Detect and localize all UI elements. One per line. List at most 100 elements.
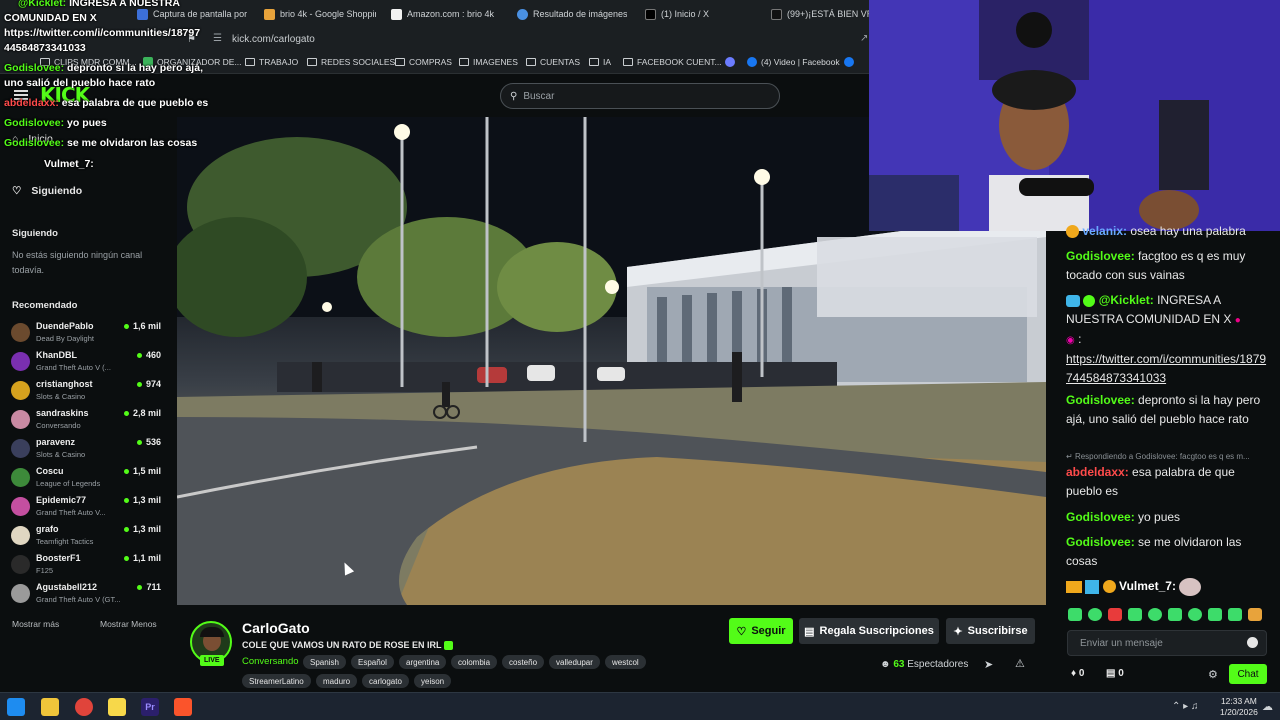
clock[interactable]: 12:33 AM 1/20/2026 [1220,696,1258,718]
tag-chip[interactable]: valledupar [549,655,600,669]
follow-button[interactable]: ♡ Seguir [729,618,793,644]
chat-user[interactable]: Godislovee: [1066,510,1135,524]
chat-user[interactable]: @Kicklet: [1099,293,1154,307]
recommended-channel[interactable]: KhanDBL Grand Theft Auto V (... 460 [11,350,161,378]
browser-tab[interactable]: Resultado de imágenes de [517,5,627,23]
bookmark-item[interactable]: IMAGENES [459,57,518,67]
reply-indicator: ↵ Respondiendo a Godislovee: facgtoo es … [1066,451,1271,463]
subscribe-button[interactable]: ✦ Suscribirse [946,618,1035,644]
bookmark-item[interactable]: CUENTAS [526,57,580,67]
chat-user[interactable]: velanix: [1082,224,1127,238]
bookmark-item[interactable] [725,57,735,67]
tag-chip[interactable]: maduro [316,674,358,688]
sticky-notes-icon[interactable] [108,698,126,716]
stream-title-text: COLE QUE VAMOS UN RATO DE ROSE EN IRL [242,640,442,650]
recommended-channel[interactable]: sandraskins Conversando 2,8 mil [11,408,161,436]
chat-user[interactable]: abdeldaxx: [1066,465,1129,479]
emote-icon[interactable] [1088,608,1102,621]
emote-icon[interactable] [1188,608,1202,621]
x-icon [645,8,656,20]
tag-chip[interactable]: colombia [451,655,498,669]
gifts-display[interactable]: ▤ 0 [1106,668,1124,679]
channel-viewers: 711 [137,582,161,592]
emote-icon[interactable] [1228,608,1242,621]
recommended-channel[interactable]: grafo Teamfight Tactics 1,3 mil [11,524,161,552]
windows-start-icon[interactable] [7,698,25,716]
recommended-channel[interactable]: cristianghost Slots & Casino 974 [11,379,161,407]
chat-user[interactable]: Godislovee: [1066,249,1135,263]
tag-chip[interactable]: costeño [502,655,545,669]
bookmark-item[interactable]: REDES SOCIALES [307,57,395,67]
search-bar[interactable]: ⚲ Buscar [500,83,780,109]
emote-icon[interactable] [1068,608,1082,621]
chat-message: Godislovee: depronto si la hay pero ajá,… [1066,391,1271,429]
recommended-channel[interactable]: paravenz Slots & Casino 536 [11,437,161,465]
emote-icon[interactable] [1128,608,1142,621]
star-icon: ✦ [953,625,963,638]
chrome-icon[interactable] [75,698,93,716]
report-icon[interactable]: ⚠ [1015,657,1025,670]
bookmark-item[interactable]: COMPRAS [395,57,452,67]
tag-chip[interactable]: argentina [399,655,447,669]
bookmark-item[interactable]: IA [589,57,611,67]
browser-tab[interactable]: (1) Inicio / X [645,5,755,23]
stream-category[interactable]: Conversando [242,656,299,667]
gift-label: Regala Suscripciones [819,625,934,637]
bookmark-item[interactable]: FACEBOOK CUENT... [623,57,722,67]
browser-tab[interactable]: (99+)¡ESTÁ BIEN VRGA T [771,5,870,23]
bookmark-item[interactable] [844,57,854,67]
recommended-channel[interactable]: Coscu League of Legends 1,5 mil [11,466,161,494]
tag-chip[interactable]: yeison [414,674,452,688]
show-more-button[interactable]: Mostrar más [12,619,59,629]
show-less-button[interactable]: Mostrar Menos [100,619,157,629]
bookmark-item[interactable]: TRABAJO [245,57,298,67]
recommended-channel[interactable]: Epidemic77 Grand Theft Auto V... 1,3 mil [11,495,161,523]
emoji-picker-icon[interactable] [1247,637,1258,648]
chat-user[interactable]: Godislovee: [1066,393,1135,407]
recommended-channel[interactable]: DuendePablo Dead By Daylight 1,6 mil [11,321,161,349]
share-icon[interactable]: ➤ [984,658,993,671]
settings-gear-icon[interactable]: ⚙ [1208,668,1218,681]
chat-input[interactable]: Enviar un mensaje [1067,630,1267,656]
tag-chip[interactable]: StreamerLatino [242,674,311,688]
emote-icon[interactable] [1248,608,1262,621]
crown-icon [1066,580,1082,593]
points-display[interactable]: ♦ 0 [1071,668,1084,679]
url-text[interactable]: kick.com/carlogato [232,34,315,45]
browser-tab[interactable]: Amazon.com : brio 4k [391,5,503,23]
channel-category: Grand Theft Auto V (... [36,363,111,372]
channel-name[interactable]: CarloGato [242,620,310,636]
emote-icon[interactable] [1208,608,1222,621]
folder-icon [307,58,317,66]
file-explorer-icon[interactable] [41,698,59,716]
brave-browser-icon[interactable] [174,698,192,716]
emote-icon[interactable] [1148,608,1162,621]
emote-icon[interactable] [1168,608,1182,621]
recommended-channel[interactable]: Agustabell212 Grand Theft Auto V (GT... 71… [11,582,161,610]
overlay-line: Godislovee: depronto si la hay pero ajá, [4,61,203,76]
chat-send-button[interactable]: Chat [1229,664,1267,684]
premiere-pro-icon[interactable]: Pr [141,698,159,716]
chat-link[interactable]: https://twitter.com/i/communities/187974… [1066,352,1266,385]
tag-chip[interactable]: westcol [605,655,646,669]
emote-icon[interactable] [1108,608,1122,621]
chat-user[interactable]: Godislovee: [1066,535,1135,549]
nav-following[interactable]: ♡ Siguiendo [12,185,82,197]
recommended-channel[interactable]: BoosterF1 F125 1,1 mil [11,553,161,581]
chat-user[interactable]: Vulmet_7: [1119,579,1176,593]
tags-row: StreamerLatino maduro carlogato yeison [242,674,662,688]
tag-chip[interactable]: Spanish [303,655,346,669]
tag-chip[interactable]: carlogato [362,674,409,688]
bookmark-item[interactable]: (4) Video | Facebook [747,57,840,67]
facebook-icon [844,57,854,67]
notification-icon[interactable]: ☁ [1262,700,1273,713]
bookmark-label: TRABAJO [259,57,299,67]
tray-icons[interactable]: ⌃ ▸ ♫ [1172,701,1198,712]
share-icon[interactable]: ↗ [860,33,868,44]
overlay-user: Godislovee: [4,137,65,149]
gift-subs-button[interactable]: ▤ Regala Suscripciones [799,618,939,644]
search-input[interactable]: Buscar [523,91,554,102]
badge-icon [1085,579,1100,594]
tag-chip[interactable]: Español [351,655,394,669]
browser-tab[interactable]: brio 4k - Google Shopping [264,5,376,23]
